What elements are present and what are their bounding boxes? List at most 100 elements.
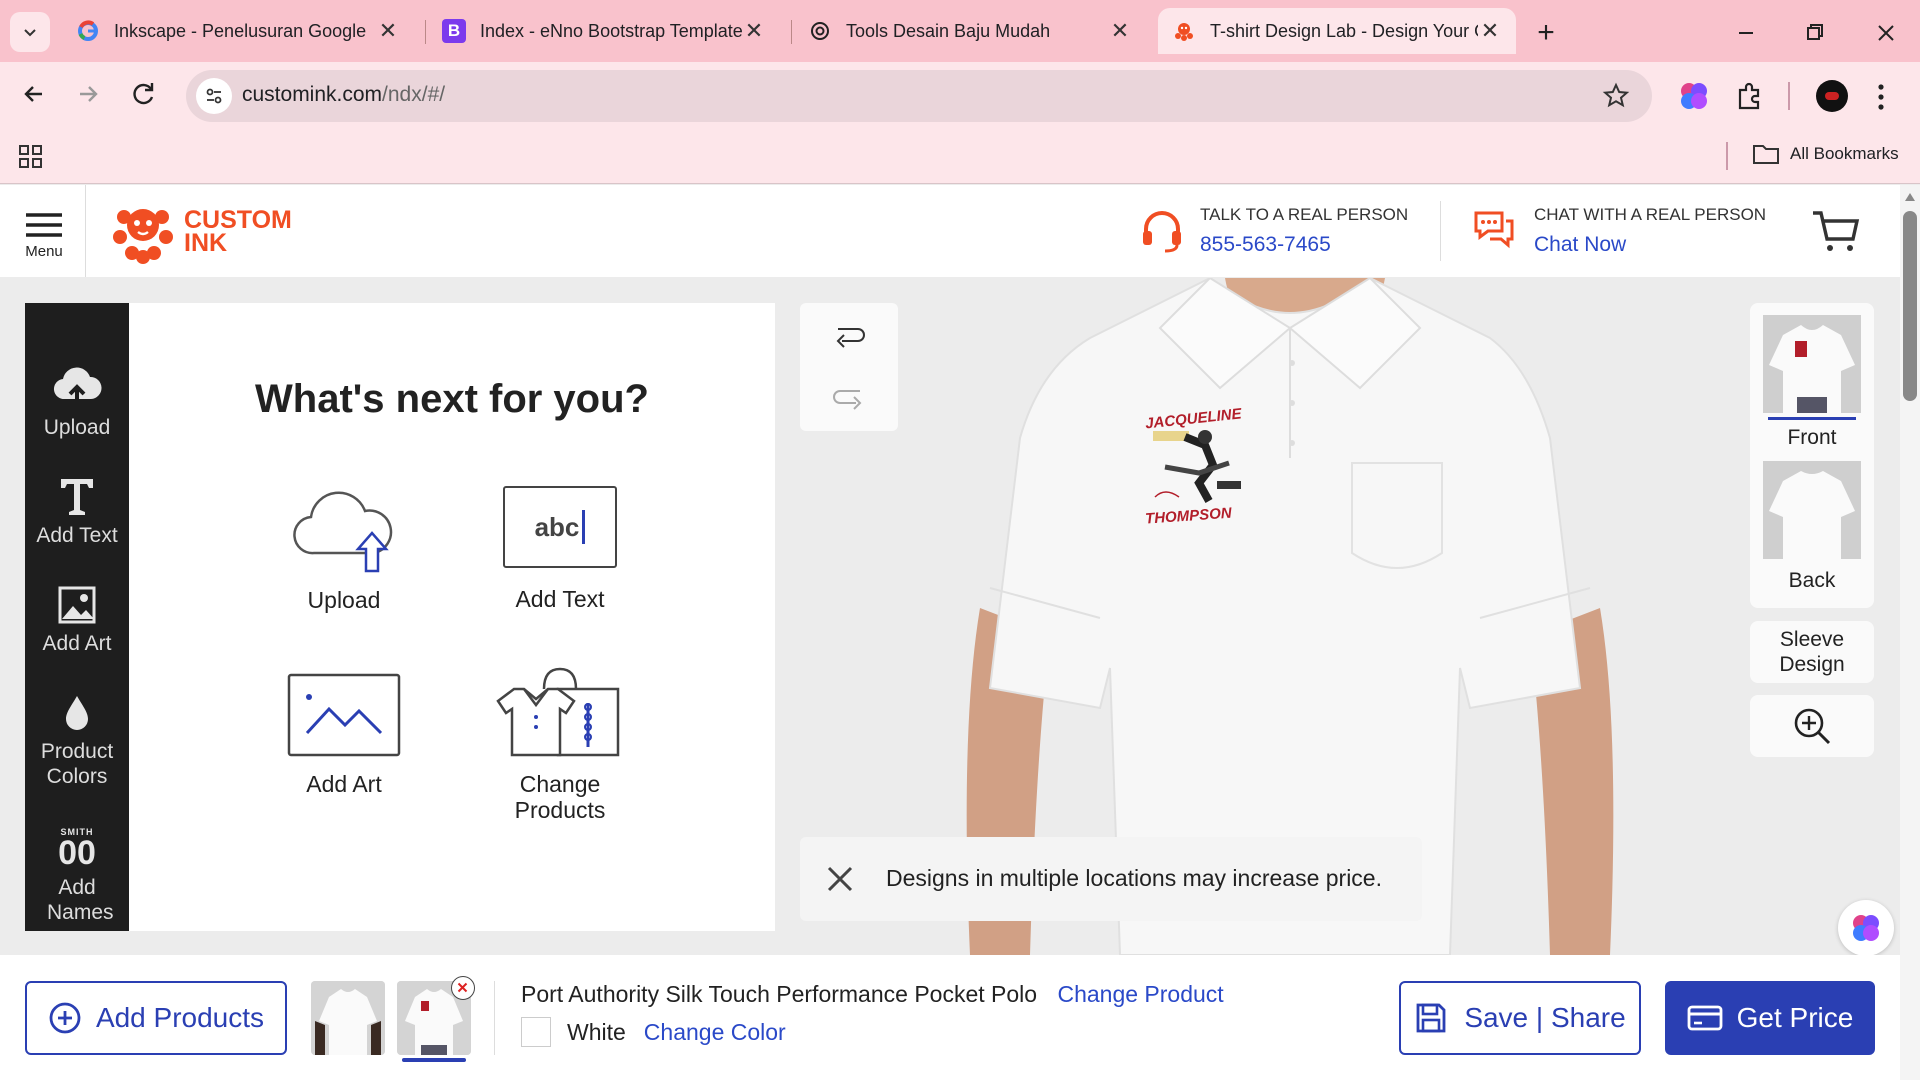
url-text: customink.com/ndx/#/	[242, 83, 445, 107]
page-scrollbar[interactable]	[1900, 185, 1920, 1080]
site-info-icon[interactable]	[196, 78, 232, 114]
extensions-puzzle-icon[interactable]	[1734, 80, 1766, 112]
url-path: /ndx/#/	[382, 83, 446, 106]
reload-button[interactable]	[126, 76, 162, 112]
names-number: 00	[58, 834, 96, 872]
apps-grid-icon[interactable]	[18, 144, 44, 170]
minimize-button[interactable]	[1730, 18, 1762, 48]
sleeve-design-button[interactable]: Sleeve Design	[1750, 621, 1874, 683]
remove-product-button[interactable]	[451, 976, 475, 1000]
sidebar-item-label: Add Art	[42, 632, 112, 655]
close-icon[interactable]: ✕	[376, 18, 400, 44]
option-label: Add Text	[515, 586, 605, 612]
droplet-icon	[66, 696, 88, 730]
view-front[interactable]: Front	[1762, 315, 1862, 450]
color-name: White	[567, 1018, 626, 1045]
dismiss-notice-button[interactable]	[826, 865, 854, 893]
sleeve-design-label: Sleeve Design	[1779, 628, 1845, 676]
shirt-bag-icon	[496, 667, 620, 757]
restore-button[interactable]	[1798, 18, 1830, 48]
sidebar-item-add-names[interactable]: SMITH 00 Add Names	[25, 827, 129, 925]
new-tab-button[interactable]: +	[1528, 16, 1564, 52]
chat-now-link[interactable]: Chat Now	[1534, 233, 1766, 257]
tab-search-button[interactable]	[10, 12, 50, 52]
profile-avatar[interactable]	[1816, 80, 1848, 112]
sidebar-item-label: Product Colors	[40, 740, 114, 788]
tab-enno[interactable]: B Index - eNno Bootstrap Template ✕	[428, 8, 780, 54]
phone-link[interactable]: 855-563-7465	[1200, 233, 1408, 257]
octopus-logo-icon	[113, 209, 173, 264]
view-label: Front	[1787, 426, 1837, 449]
cloud-upload-icon	[293, 491, 393, 573]
text-sample: abc	[534, 512, 580, 542]
browser-menu-icon[interactable]	[1876, 82, 1886, 112]
design-text-bottom: THOMPSON	[1144, 504, 1233, 528]
bookmark-star-icon[interactable]	[1602, 82, 1630, 110]
bootstrap-icon: B	[442, 19, 466, 43]
save-share-label: Save | Share	[1464, 1002, 1626, 1033]
minimize-icon	[1739, 32, 1753, 34]
change-product-link[interactable]: Change Product	[1057, 981, 1223, 1007]
pricing-notice: Designs in multiple locations may increa…	[800, 837, 1422, 921]
tab-title: Inkscape - Penelusuran Google	[114, 20, 367, 41]
arrow-left-icon	[24, 86, 42, 102]
arrow-right-icon	[80, 86, 98, 102]
tab-inkscape[interactable]: Inkscape - Penelusuran Google ✕	[62, 8, 414, 54]
credit-card-icon	[1687, 1005, 1723, 1031]
save-icon	[1416, 1003, 1446, 1033]
tab-tools-desain[interactable]: Tools Desain Baju Mudah ✕	[794, 8, 1146, 54]
notice-text: Designs in multiple locations may increa…	[886, 865, 1382, 891]
option-change-products[interactable]: Change Products	[465, 659, 655, 823]
undo-button[interactable]	[832, 321, 866, 351]
all-bookmarks-button[interactable]: All Bookmarks	[1752, 142, 1899, 166]
save-share-button[interactable]: Save | Share	[1399, 981, 1641, 1055]
zoom-button[interactable]	[1750, 695, 1874, 757]
change-color-link[interactable]: Change Color	[644, 1019, 786, 1046]
forward-button[interactable]	[70, 76, 106, 112]
custom-ink-logo[interactable]: CUSTOM INK	[110, 199, 292, 265]
close-icon[interactable]: ✕	[1478, 18, 1502, 44]
option-label: Add Art	[306, 771, 382, 797]
site-header: Menu CUSTOM INK TALK TO A REAL PERSON 85…	[0, 185, 1900, 277]
scrollbar-thumb[interactable]	[1903, 211, 1917, 401]
menu-button[interactable]: Menu	[18, 211, 70, 260]
assistant-brain-icon[interactable]	[1838, 900, 1894, 956]
design-tools-sidebar: Upload Add Text Add Art Product Colors S…	[25, 303, 129, 931]
restore-icon	[1807, 24, 1823, 40]
back-button[interactable]	[16, 76, 52, 112]
headset-icon	[1138, 207, 1186, 255]
tab-title: Index - eNno Bootstrap Template	[480, 20, 742, 41]
color-swatch	[521, 1017, 551, 1047]
option-add-text[interactable]: abc Add Text	[465, 486, 655, 612]
address-bar[interactable]: customink.com/ndx/#/	[186, 70, 1652, 122]
text-box-icon: abc	[503, 486, 617, 568]
product-name: Port Authority Silk Touch Performance Po…	[521, 981, 1038, 1007]
extension-brain-icon[interactable]	[1678, 80, 1710, 112]
all-bookmarks-label: All Bookmarks	[1790, 144, 1899, 163]
option-upload[interactable]: Upload	[249, 483, 439, 613]
names-numbers-icon: SMITH 00	[25, 827, 129, 872]
view-back[interactable]: Back	[1762, 461, 1862, 593]
add-products-button[interactable]: Add Products	[25, 981, 287, 1055]
close-icon[interactable]: ✕	[1108, 18, 1132, 44]
tab-design-lab[interactable]: T-shirt Design Lab - Design Your O ✕	[1158, 8, 1516, 54]
hamburger-icon	[26, 213, 62, 237]
close-icon[interactable]: ✕	[742, 18, 766, 44]
get-price-button[interactable]: Get Price	[1665, 981, 1875, 1055]
sidebar-item-upload[interactable]: Upload	[25, 365, 129, 440]
sidebar-item-add-text[interactable]: Add Text	[25, 475, 129, 548]
redo-button[interactable]	[832, 383, 866, 413]
back-thumbnail	[1763, 461, 1861, 559]
add-products-label: Add Products	[95, 1002, 265, 1033]
get-price-label: Get Price	[1736, 1002, 1854, 1033]
front-thumbnail	[1763, 315, 1861, 413]
chevron-down-icon	[24, 29, 36, 37]
sidebar-item-add-art[interactable]: Add Art	[25, 585, 129, 656]
printed-design[interactable]: JACQUELINE THOMPSON	[1144, 405, 1250, 540]
product-thumbnail-1[interactable]	[311, 981, 385, 1055]
option-add-art[interactable]: Add Art	[249, 673, 439, 797]
close-window-button[interactable]	[1870, 18, 1902, 48]
sidebar-item-product-colors[interactable]: Product Colors	[25, 693, 129, 789]
cart-icon[interactable]	[1810, 207, 1860, 255]
option-label: Change Products	[514, 771, 606, 823]
